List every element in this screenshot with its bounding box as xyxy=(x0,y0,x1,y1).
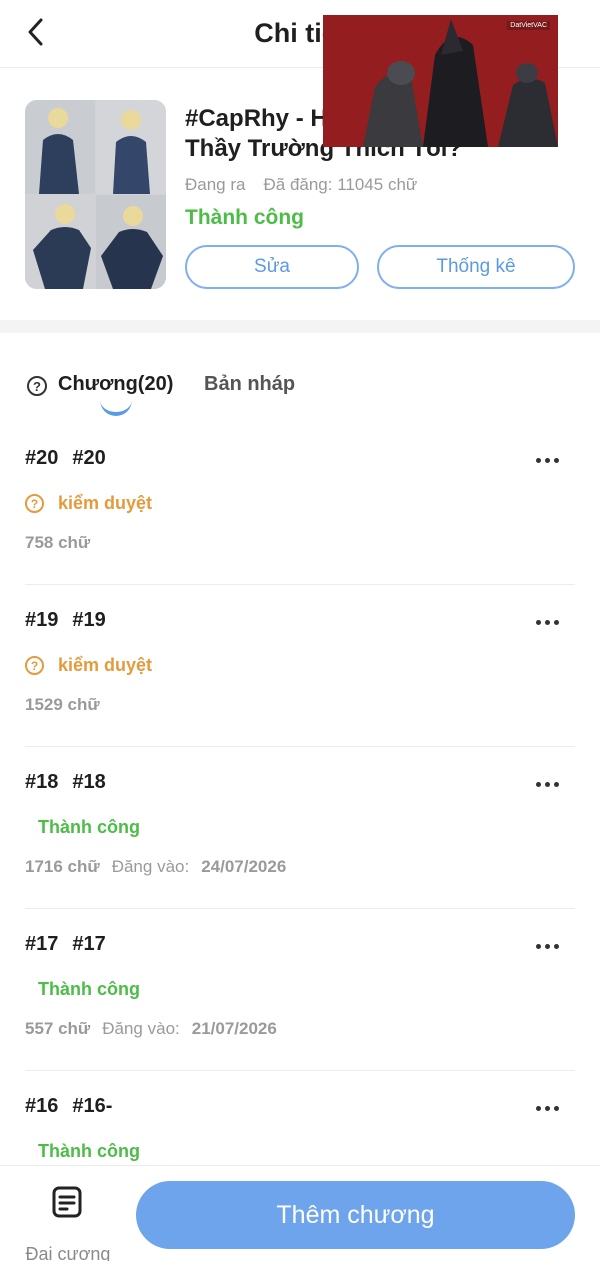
chapter-number: #17 xyxy=(25,933,59,955)
chapter-meta: 1716 chữ Đăng vào: 24/07/2026 xyxy=(25,857,286,877)
word-count: Đã đăng: 11045 chữ xyxy=(263,175,418,194)
video-overlay[interactable]: DatVietVAC xyxy=(323,15,558,147)
chapter-name: #18 xyxy=(72,771,106,793)
bottom-bar: Đại cương Thêm chương xyxy=(0,1165,600,1261)
publish-date-label: Đăng vào: xyxy=(111,857,190,876)
chapter-name: #19 xyxy=(72,609,106,631)
chapter-title: #18 #18 xyxy=(25,771,106,794)
publish-date: 21/07/2026 xyxy=(191,1019,277,1038)
list-item[interactable]: #17 #17 Thành công 557 chữ Đăng vào: 21/07/… xyxy=(25,909,575,1071)
chapter-title: #16 #16- xyxy=(25,1095,112,1118)
list-item[interactable]: #18 #18 Thành công 1716 chữ Đăng vào: 24/07… xyxy=(25,747,575,909)
chapter-meta: 557 chữ Đăng vào: 21/07/2026 xyxy=(25,1019,277,1039)
pending-review-icon: ? xyxy=(25,494,44,513)
section-divider xyxy=(0,320,600,333)
story-status: Thành công xyxy=(185,206,304,229)
edit-button[interactable]: Sửa xyxy=(185,245,359,289)
more-options-button[interactable] xyxy=(531,609,563,635)
list-item[interactable]: #16 #16- Thành công xyxy=(25,1071,575,1165)
tab-chapters[interactable]: Chương(20) xyxy=(58,373,173,396)
chapter-title: #20 #20 xyxy=(25,447,106,470)
chapter-number: #16 xyxy=(25,1095,59,1117)
document-icon xyxy=(52,1186,82,1218)
chapter-number: #20 xyxy=(25,447,59,469)
more-options-button[interactable] xyxy=(531,1095,563,1121)
pending-review-icon: ? xyxy=(25,656,44,675)
add-chapter-button[interactable]: Thêm chương xyxy=(136,1181,575,1249)
story-meta: Đang ra Đã đăng: 11045 chữ xyxy=(185,175,417,195)
chapter-word-count: 758 chữ xyxy=(25,533,91,552)
active-tab-indicator xyxy=(100,400,132,416)
chapter-status: Thành công xyxy=(38,817,140,837)
chapter-name: #20 xyxy=(72,447,106,469)
channel-tag: DatVietVAC xyxy=(507,21,550,30)
list-item[interactable]: #20 #20 ? kiểm duyệt 758 chữ xyxy=(25,423,575,585)
publish-date: 24/07/2026 xyxy=(201,857,287,876)
chapter-number: #18 xyxy=(25,771,59,793)
list-item[interactable]: #19 #19 ? kiểm duyệt 1529 chữ xyxy=(25,585,575,747)
chapter-word-count: 557 chữ xyxy=(25,1019,91,1038)
chapter-title: #19 #19 xyxy=(25,609,106,632)
chapter-title: #17 #17 xyxy=(25,933,106,956)
chapter-list: #20 #20 ? kiểm duyệt 758 chữ #19 #19 ? kiểm … xyxy=(0,423,600,1165)
chapter-status: ? kiểm duyệt xyxy=(25,655,152,676)
story-cover-image[interactable] xyxy=(25,100,166,289)
chapter-status: Thành công xyxy=(38,1141,140,1161)
chapter-name: #17 xyxy=(72,933,106,955)
outline-nav-button[interactable]: Đại cương xyxy=(22,1184,114,1261)
chapter-name: #16- xyxy=(72,1095,113,1117)
outline-label: Đại cương xyxy=(25,1244,111,1261)
publish-date-label: Đăng vào: xyxy=(102,1019,180,1038)
chapter-status: ? kiểm duyệt xyxy=(25,493,152,514)
chapter-word-count: 1529 chữ xyxy=(25,695,100,714)
tab-drafts[interactable]: Bản nháp xyxy=(204,373,295,396)
chapter-word-count: 1716 chữ xyxy=(25,857,100,876)
more-options-button[interactable] xyxy=(531,771,563,797)
chapter-number: #19 xyxy=(25,609,59,631)
chapter-status: Thành công xyxy=(38,979,140,999)
chapter-meta: 758 chữ xyxy=(25,533,90,553)
chapter-meta: 1529 chữ xyxy=(25,695,100,715)
chapter-tabs: ? Chương(20) Bản nháp xyxy=(0,333,600,423)
more-options-button[interactable] xyxy=(531,447,563,473)
stats-button[interactable]: Thống kê xyxy=(377,245,575,289)
more-options-button[interactable] xyxy=(531,933,563,959)
publish-state: Đang ra xyxy=(185,175,246,194)
help-icon[interactable]: ? xyxy=(27,376,47,396)
